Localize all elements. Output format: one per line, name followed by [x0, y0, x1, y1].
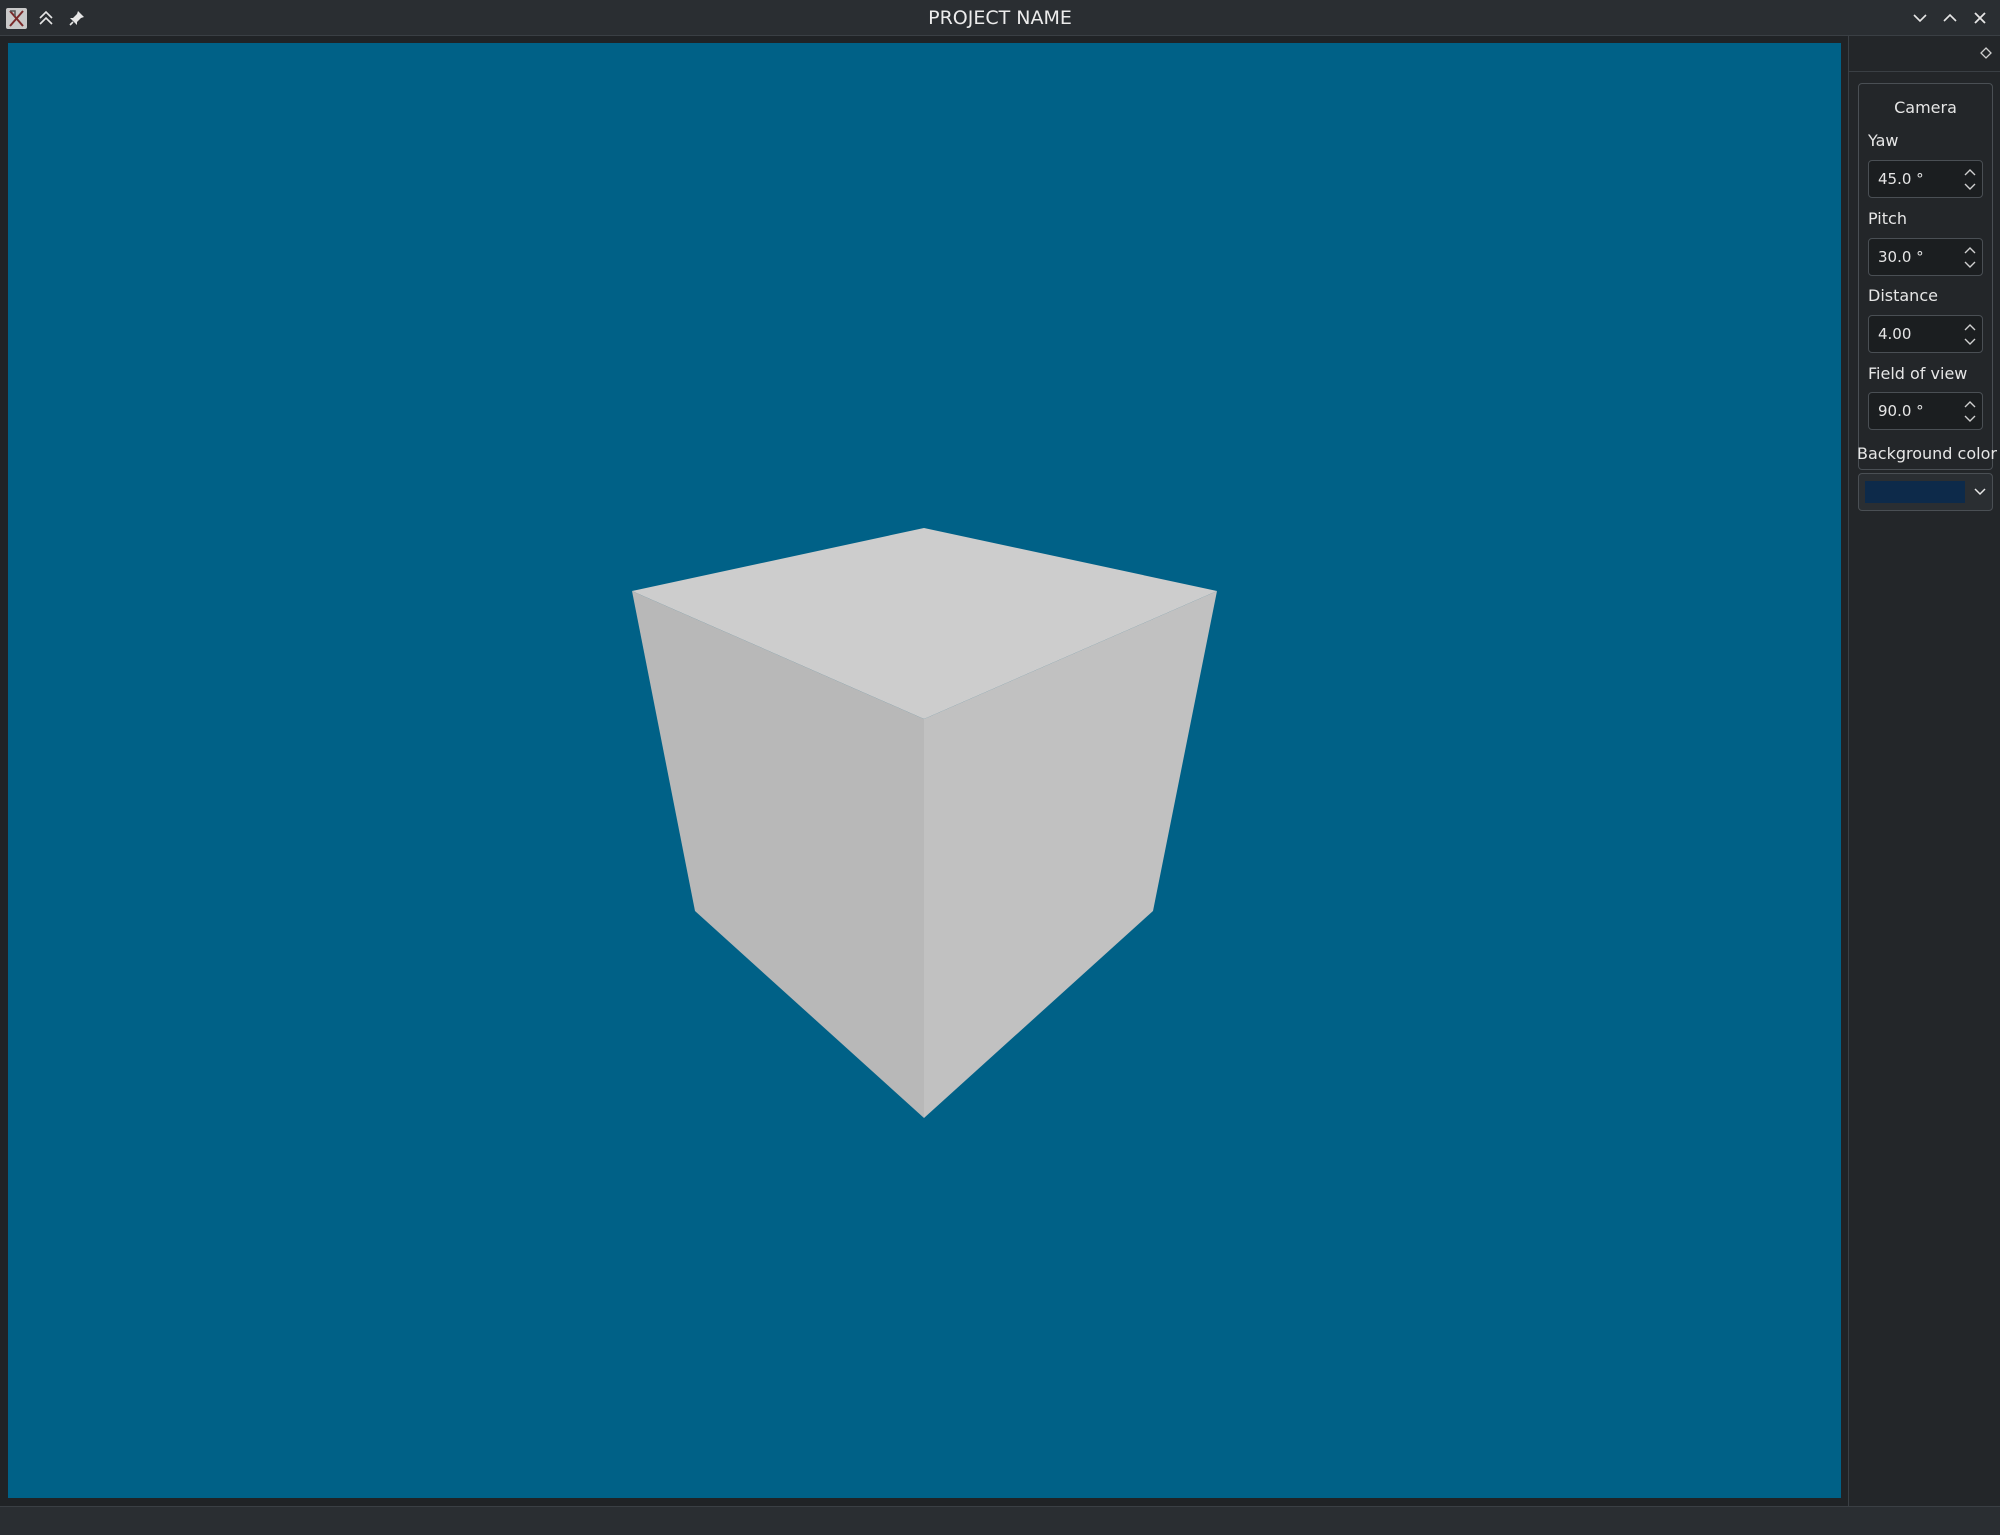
camera-group: Camera Yaw 45.0 ° Pitch 30.0 ° Distance … — [1858, 83, 1993, 470]
pin-icon — [69, 11, 84, 26]
chevron-up-icon — [1943, 13, 1957, 22]
background-color-picker[interactable] — [1858, 473, 1993, 511]
yaw-spinbox[interactable]: 45.0 ° — [1868, 160, 1983, 198]
color-swatch — [1865, 481, 1965, 503]
status-bar — [0, 1506, 2000, 1535]
chevron-down-icon — [1964, 338, 1976, 345]
pitch-decrement-button[interactable] — [1960, 256, 1980, 273]
dock-float-button[interactable] — [1977, 44, 1995, 62]
distance-spinbox[interactable]: 4.00 — [1868, 315, 1983, 353]
pitch-label: Pitch — [1868, 209, 1907, 228]
dock-header — [1849, 36, 2000, 72]
scene-canvas[interactable] — [8, 43, 1841, 1498]
double-chevron-up-icon — [39, 10, 53, 25]
distance-label: Distance — [1868, 286, 1938, 305]
keep-above-button[interactable] — [34, 6, 58, 30]
chevron-down-icon — [1964, 415, 1976, 422]
yaw-label: Yaw — [1868, 131, 1899, 150]
background-color-label: Background color — [1857, 444, 1997, 463]
field-of-view-value[interactable]: 90.0 ° — [1878, 393, 1924, 429]
window-title: PROJECT NAME — [928, 7, 1072, 29]
chevron-down-icon — [1974, 488, 1986, 496]
pitch-spinbox[interactable]: 30.0 ° — [1868, 238, 1983, 276]
color-picker-dropdown-button[interactable] — [1972, 484, 1988, 500]
title-bar: PROJECT NAME — [0, 0, 2000, 36]
chevron-up-icon — [1964, 246, 1976, 253]
chevron-down-icon — [1964, 261, 1976, 268]
chevron-down-icon — [1964, 183, 1976, 190]
chevron-up-icon — [1964, 323, 1976, 330]
diamond-icon — [1980, 47, 1992, 59]
chevron-up-icon — [1964, 400, 1976, 407]
field-of-view-decrement-button[interactable] — [1960, 410, 1980, 427]
maximize-button[interactable] — [1938, 6, 1962, 30]
distance-value[interactable]: 4.00 — [1878, 316, 1911, 352]
close-button[interactable] — [1968, 6, 1992, 30]
app-icon[interactable] — [6, 8, 27, 29]
chevron-up-icon — [1964, 168, 1976, 175]
field-of-view-label: Field of view — [1868, 364, 1968, 383]
yaw-value[interactable]: 45.0 ° — [1878, 161, 1924, 197]
pitch-value[interactable]: 30.0 ° — [1878, 239, 1924, 275]
chevron-down-icon — [1913, 14, 1927, 23]
field-of-view-spinbox[interactable]: 90.0 ° — [1868, 392, 1983, 430]
3d-viewport[interactable] — [8, 43, 1841, 1498]
yaw-decrement-button[interactable] — [1960, 178, 1980, 195]
camera-dock-panel: Camera Yaw 45.0 ° Pitch 30.0 ° Distance … — [1848, 36, 2000, 1506]
camera-group-title: Camera — [1894, 98, 1957, 117]
distance-decrement-button[interactable] — [1960, 333, 1980, 350]
close-icon — [1974, 12, 1986, 24]
pin-button[interactable] — [65, 6, 89, 30]
minimize-button[interactable] — [1908, 6, 1932, 30]
